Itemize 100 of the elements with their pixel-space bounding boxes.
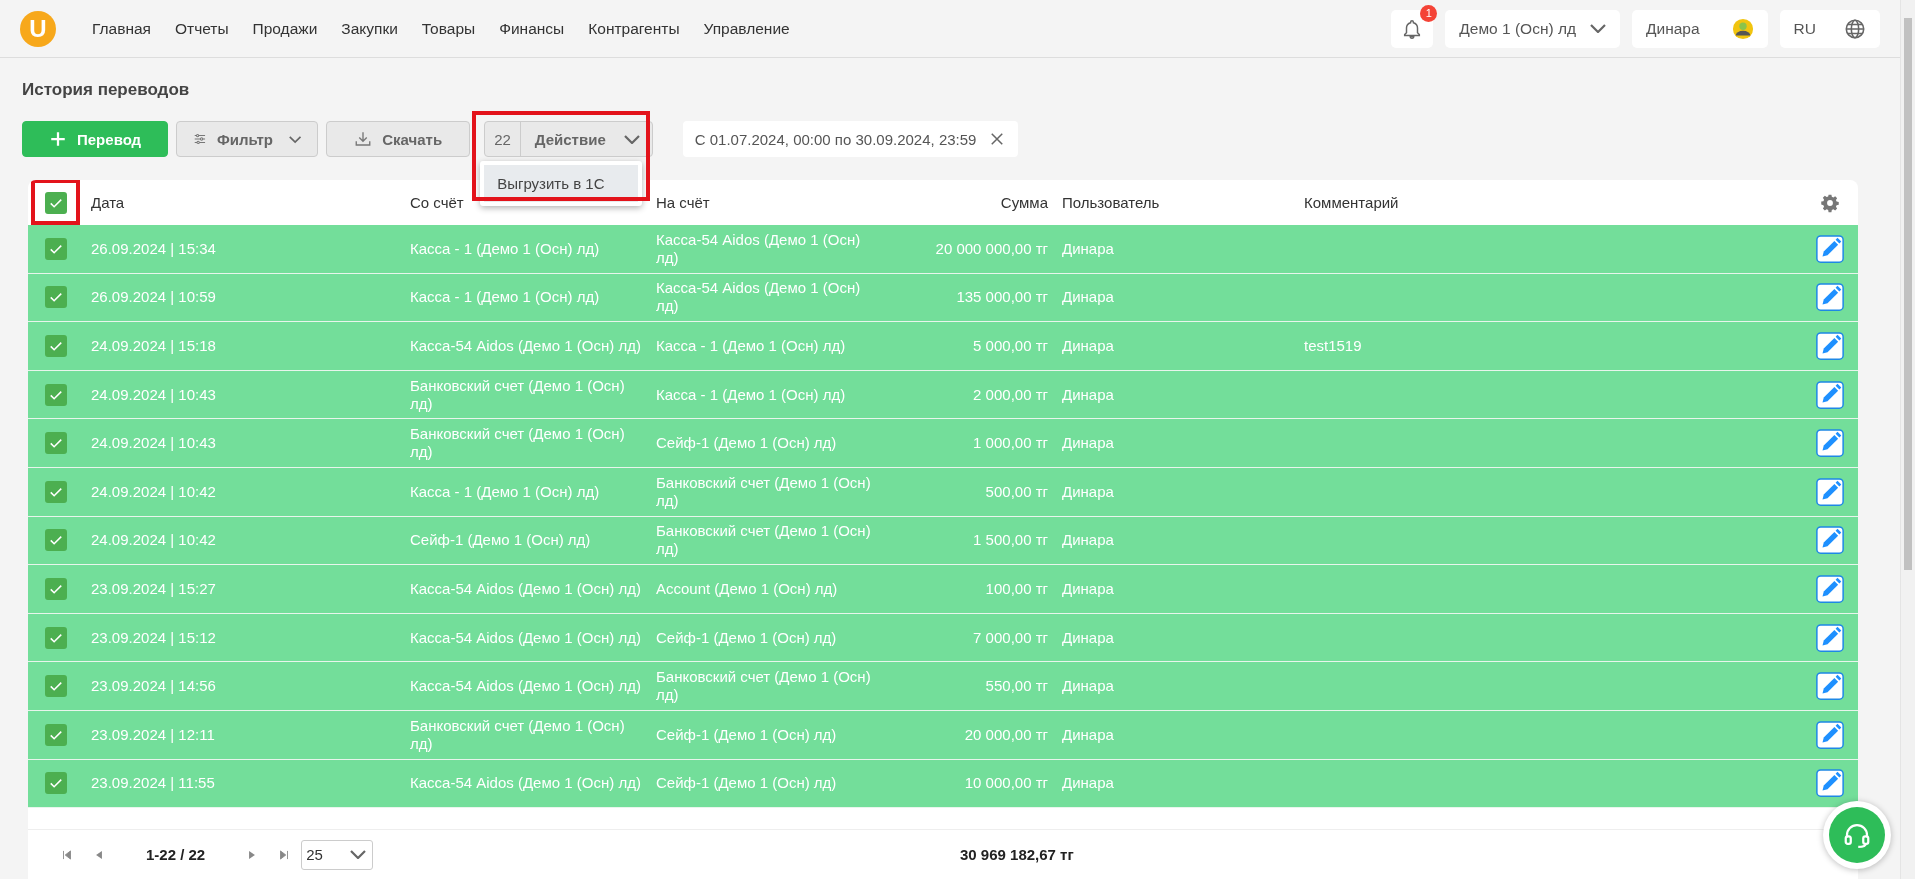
table-cell: 23.09.2024 | 11:55	[91, 774, 215, 792]
nav-link[interactable]: Управление	[703, 19, 790, 38]
table-cell: 20 000,00 тг	[964, 725, 1048, 743]
row-checkbox[interactable]	[45, 335, 67, 357]
edit-button[interactable]	[1815, 282, 1845, 313]
row-checkbox[interactable]	[45, 480, 67, 503]
page-size-select[interactable]: 25	[301, 839, 374, 870]
total-amount: 30 969 182,67 тг	[960, 846, 1074, 863]
row-checkbox[interactable]	[45, 237, 67, 260]
filter-button[interactable]: Фильтр	[176, 121, 319, 157]
nav-link[interactable]: Отчеты	[175, 19, 229, 38]
table-cell: test1519	[1304, 337, 1362, 354]
table-cell: Динара	[1062, 385, 1114, 403]
table-cell: Касса-54 Aidos (Демо 1 (Осн) лд)	[410, 579, 641, 597]
table-cell: Динара	[1062, 628, 1114, 646]
table-cell: Касса - 1 (Демо 1 (Осн) лд)	[410, 288, 600, 306]
table-cell: 26.09.2024 | 10:59	[91, 288, 216, 306]
table-cell: 24.09.2024 | 10:42	[91, 482, 216, 500]
edit-button[interactable]	[1815, 671, 1845, 702]
edit-icon	[1815, 573, 1845, 604]
table-cell: Account (Демо 1 (Осн) лд)	[656, 579, 838, 597]
nav-link[interactable]: Продажи	[252, 19, 318, 38]
nav-link[interactable]: Контрагенты	[588, 19, 680, 38]
row-checkbox[interactable]	[45, 626, 67, 649]
caret-icon	[1590, 24, 1607, 33]
table-cell: Динара	[1062, 774, 1114, 792]
row-checkbox[interactable]	[45, 383, 67, 406]
language-select[interactable]: RU	[1779, 9, 1880, 48]
support-button[interactable]	[1823, 801, 1891, 869]
row-checkbox[interactable]	[45, 723, 67, 746]
action-button[interactable]: Действие	[520, 122, 652, 156]
table-cell: Банковский счет (Демо 1 (Осн) лд)	[656, 668, 871, 704]
row-checkbox[interactable]	[45, 577, 67, 600]
scrollbar[interactable]	[1900, 0, 1915, 879]
table-cell: Касса-54 Aidos (Демо 1 (Осн) лд)	[656, 279, 861, 315]
edit-icon	[1815, 331, 1845, 361]
table-cell: Сейф-1 (Демо 1 (Осн) лд)	[656, 628, 837, 646]
first-page-icon[interactable]	[60, 847, 74, 862]
edit-button[interactable]	[1815, 331, 1845, 361]
table-cell: Касса - 1 (Демо 1 (Осн) лд)	[656, 337, 846, 354]
edit-button[interactable]	[1815, 476, 1845, 507]
select-all-checkbox[interactable]	[45, 191, 67, 214]
table-cell: Касса - 1 (Демо 1 (Осн) лд)	[656, 385, 846, 403]
settings-icon[interactable]	[1820, 192, 1840, 213]
globe-icon	[1844, 17, 1866, 40]
edit-button[interactable]	[1815, 719, 1845, 750]
table-cell: 23.09.2024 | 12:11	[91, 725, 215, 743]
edit-button[interactable]	[1815, 233, 1845, 264]
table-cell: 100,00 тг	[985, 579, 1048, 597]
table-cell: Динара	[1062, 677, 1114, 695]
row-checkbox[interactable]	[45, 286, 67, 309]
table-cell: 23.09.2024 | 15:12	[91, 628, 216, 646]
table-cell: Касса-54 Aidos (Демо 1 (Осн) лд)	[656, 230, 861, 266]
column-header: Со счёт	[410, 194, 464, 211]
column-header: Дата	[91, 194, 125, 211]
table-cell: 20 000 000,00 тг	[935, 239, 1048, 257]
table-cell: 500,00 тг	[985, 482, 1048, 500]
row-checkbox[interactable]	[45, 529, 67, 552]
edit-icon	[1815, 476, 1845, 507]
edit-button[interactable]	[1815, 622, 1845, 653]
column-header: Сумма	[1000, 194, 1048, 211]
table-cell: 23.09.2024 | 14:56	[91, 677, 216, 695]
nav-link[interactable]: Главная	[92, 19, 151, 38]
table-cell: 135 000,00 тг	[956, 288, 1048, 306]
nav-link[interactable]: Финансы	[499, 19, 565, 38]
table-cell: Сейф-1 (Демо 1 (Осн) лд)	[656, 774, 837, 792]
table-cell: 24.09.2024 | 10:43	[91, 434, 216, 452]
table-cell: 24.09.2024 | 10:42	[91, 531, 216, 549]
table-cell: 24.09.2024 | 10:43	[91, 385, 216, 403]
row-checkbox[interactable]	[45, 675, 67, 698]
row-checkbox[interactable]	[45, 772, 67, 795]
edit-button[interactable]	[1815, 573, 1845, 604]
notification-badge: 1	[1420, 4, 1438, 22]
table-cell: 1 500,00 тг	[973, 531, 1048, 549]
caret-icon	[350, 850, 367, 859]
user-menu[interactable]: Динара	[1632, 9, 1768, 48]
table-cell: Динара	[1062, 288, 1114, 306]
table-cell: 23.09.2024 | 15:27	[91, 579, 216, 597]
table-cell: 550,00 тг	[985, 677, 1048, 695]
table-cell: Касса - 1 (Демо 1 (Осн) лд)	[410, 239, 600, 257]
nav-link[interactable]: Товары	[421, 19, 476, 38]
table-cell: Банковский счет (Демо 1 (Осн) лд)	[410, 425, 625, 461]
table-cell: 26.09.2024 | 15:34	[91, 239, 216, 257]
edit-icon	[1815, 282, 1845, 313]
date-range-text: С 01.07.2024, 00:00 по 30.09.2024, 23:59	[694, 130, 977, 148]
organization-select[interactable]: Демо 1 (Осн) лд	[1445, 9, 1621, 48]
table-cell: Динара	[1062, 239, 1114, 257]
edit-button[interactable]	[1815, 768, 1845, 799]
table-cell: Сейф-1 (Демо 1 (Осн) лд)	[656, 434, 837, 452]
table-cell: Касса-54 Aidos (Демо 1 (Осн) лд)	[410, 628, 641, 646]
edit-button[interactable]	[1815, 379, 1845, 410]
selected-count: 22	[485, 122, 521, 156]
download-button[interactable]: Скачать	[326, 121, 471, 157]
edit-icon	[1815, 379, 1845, 410]
row-checkbox[interactable]	[45, 432, 67, 455]
edit-button[interactable]	[1815, 428, 1845, 459]
page-title: История переводов	[21, 79, 191, 101]
edit-button[interactable]	[1815, 525, 1845, 556]
table-cell: Сейф-1 (Демо 1 (Осн) лд)	[656, 725, 837, 743]
nav-link[interactable]: Закупки	[341, 19, 398, 38]
